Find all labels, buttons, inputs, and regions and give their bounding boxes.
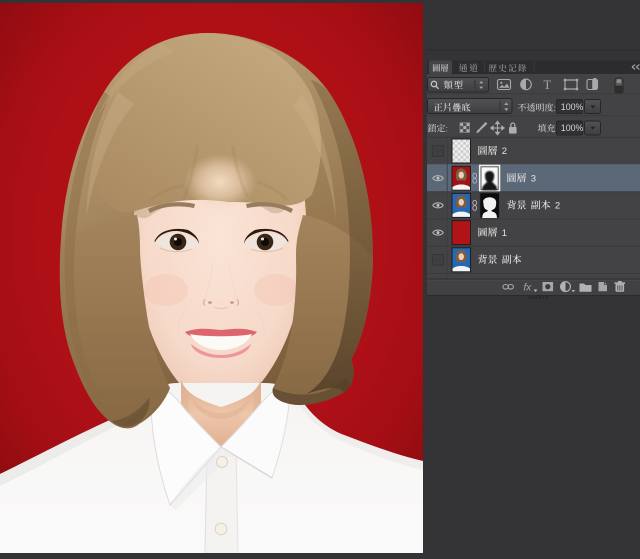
svg-text:100%: 100%: [561, 102, 584, 112]
svg-text:fx: fx: [524, 282, 533, 293]
svg-text:2: 2: [555, 201, 560, 212]
svg-text:T: T: [544, 78, 552, 92]
svg-text:3: 3: [531, 173, 536, 184]
svg-text:1: 1: [502, 228, 507, 239]
svg-text:2: 2: [502, 146, 507, 157]
svg-text:100%: 100%: [561, 123, 584, 133]
svg-text::: :: [446, 124, 448, 134]
svg-text::: :: [554, 103, 556, 113]
